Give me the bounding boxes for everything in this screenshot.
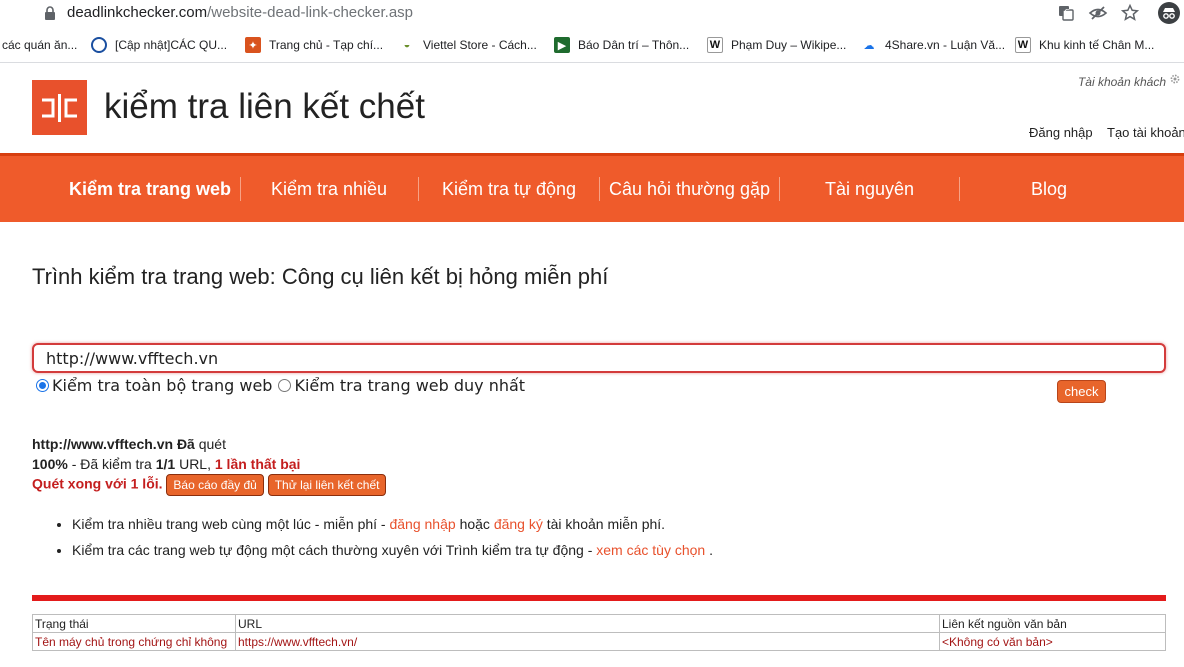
guest-account-label: Tài khoản khách	[1077, 75, 1166, 89]
tip-text: .	[709, 542, 713, 558]
svg-text:G: G	[1065, 8, 1070, 16]
cell-status: Tên máy chủ trong chứng chỉ không	[32, 632, 236, 651]
checked-suffix: URL,	[179, 456, 211, 472]
scan-mode-options: Kiểm tra toàn bộ trang web Kiểm tra tran…	[36, 376, 525, 395]
bookmark-item[interactable]: các quán ăn...	[2, 35, 77, 55]
nav-faq[interactable]: Câu hỏi thường gặp	[600, 156, 779, 222]
viettel-icon: ◒	[399, 37, 415, 53]
radio-whole-site[interactable]	[36, 379, 49, 392]
bookmarks-bar: các quán ăn... [Cập nhật]CÁC QU... ✦ Tra…	[0, 27, 1184, 63]
eye-off-icon[interactable]	[1088, 3, 1108, 23]
bookmark-label: các quán ăn...	[2, 38, 78, 52]
cell-source-text: <Không có văn bản>	[939, 632, 1166, 651]
view-options-link[interactable]: xem các tùy chọn	[596, 542, 705, 558]
bookmark-item[interactable]: [Cập nhật]CÁC QU...	[91, 35, 227, 55]
url-input[interactable]	[32, 343, 1166, 373]
tip-text: Kiểm tra các trang web tự động một cách …	[72, 542, 593, 558]
tip-text: Kiểm tra nhiều trang web cùng một lúc - …	[72, 516, 386, 532]
login-inline-link[interactable]: đăng nhập	[389, 516, 455, 532]
login-link[interactable]: Đăng nhập	[1029, 125, 1093, 140]
tip-text: tài khoản miễn phí.	[546, 516, 666, 532]
tapchi-icon: ✦	[245, 37, 261, 53]
url-host: deadlinkchecker.com	[67, 4, 208, 21]
radio-single-page[interactable]	[278, 379, 292, 392]
table-row: Tên máy chủ trong chứng chỉ không https:…	[32, 632, 1166, 651]
tips-list: Kiểm tra nhiều trang web cùng một lúc - …	[52, 514, 713, 566]
browser-address-bar: deadlinkchecker.com/website-dead-link-ch…	[0, 0, 1184, 27]
tip-text: hoặc	[459, 516, 490, 532]
list-item: Kiểm tra nhiều trang web cùng một lúc - …	[72, 514, 713, 540]
scanned-url: http://www.vfftech.vn	[32, 436, 174, 452]
scan-percent: 100%	[32, 456, 68, 472]
nav-auto-check[interactable]: Kiểm tra tự động	[419, 156, 599, 222]
page-title: Trình kiểm tra trang web: Công cụ liên k…	[32, 264, 609, 289]
bookmark-label: Khu kinh tế Chân M...	[1039, 38, 1155, 52]
circle-globe-icon	[91, 37, 107, 53]
nav-resources[interactable]: Tài nguyên	[780, 156, 959, 222]
dantri-icon: ▶	[554, 37, 570, 53]
nav-multi-check[interactable]: Kiểm tra nhiều	[241, 156, 417, 222]
scan-done-text: Quét xong với 1 lỗi.	[32, 475, 163, 492]
scanned-word: Đã	[176, 436, 195, 452]
failure-count: 1 lần thất bại	[214, 456, 301, 472]
register-inline-link[interactable]: đăng ký	[494, 516, 543, 532]
bookmark-label: Trang chủ - Tạp chí...	[269, 38, 384, 52]
gear-icon[interactable]	[1169, 73, 1181, 85]
site-brand-title[interactable]: kiểm tra liên kết chết	[104, 86, 425, 128]
bookmark-item[interactable]: ✦ Trang chủ - Tạp chí...	[245, 35, 383, 55]
lock-icon[interactable]	[42, 5, 58, 21]
cloud-icon: ☁	[861, 37, 877, 53]
header-status: Trạng thái	[32, 614, 236, 633]
bookmark-item[interactable]: ▶ Báo Dân trí – Thôn...	[554, 35, 689, 55]
url-path: /website-dead-link-checker.asp	[207, 4, 414, 21]
wikipedia-icon: W	[1015, 37, 1031, 53]
header-source-text: Liên kết nguồn văn bản	[939, 614, 1166, 633]
table-header-row: Trạng thái URL Liên kết nguồn văn bản	[32, 614, 1166, 633]
checked-count: 1/1	[155, 456, 176, 472]
checked-prefix: - Đã kiểm tra	[71, 456, 152, 472]
results-table: Trạng thái URL Liên kết nguồn văn bản Tê…	[32, 614, 1166, 651]
radio-whole-site-label[interactable]: Kiểm tra toàn bộ trang web	[52, 376, 272, 395]
check-button[interactable]: check	[1057, 380, 1106, 403]
incognito-profile-icon[interactable]	[1157, 1, 1181, 25]
nav-blog[interactable]: Blog	[960, 156, 1138, 222]
bookmark-label: [Cập nhật]CÁC QU...	[115, 38, 228, 52]
bookmark-item[interactable]: ☁ 4Share.vn - Luận Vă...	[861, 35, 1005, 55]
nav-website-check[interactable]: Kiểm tra trang web	[60, 156, 240, 222]
bookmark-item[interactable]: W Phạm Duy – Wikipe...	[707, 35, 846, 55]
site-logo[interactable]	[32, 80, 87, 135]
main-navigation: Kiểm tra trang web Kiểm tra nhiều Kiểm t…	[0, 153, 1184, 222]
radio-single-page-label[interactable]: Kiểm tra trang web duy nhất	[294, 376, 525, 395]
cell-url[interactable]: https://www.vfftech.vn/	[235, 632, 940, 651]
scan-progress-line: 100% - Đã kiểm tra 1/1 URL, 1 lần thất b…	[32, 456, 300, 472]
list-item: Kiểm tra các trang web tự động một cách …	[72, 540, 713, 566]
dlc-logo-icon	[42, 94, 77, 122]
scan-done-line: Quét xong với 1 lỗi. Báo cáo đầy đủ Thử …	[32, 474, 387, 496]
bookmark-label: Viettel Store - Cách...	[423, 38, 537, 52]
bookmark-item[interactable]: W Khu kinh tế Chân M...	[1015, 35, 1154, 55]
bookmark-item[interactable]: ◒ Viettel Store - Cách...	[399, 35, 537, 55]
bookmark-label: Báo Dân trí – Thôn...	[578, 38, 690, 52]
scanned-suffix: quét	[198, 436, 226, 452]
translate-icon[interactable]: G	[1056, 3, 1076, 23]
header-url: URL	[235, 614, 940, 633]
bookmark-label: Phạm Duy – Wikipe...	[731, 38, 847, 52]
retry-dead-links-button[interactable]: Thử lại liên kết chết	[267, 474, 387, 496]
bookmark-label: 4Share.vn - Luận Vă...	[885, 38, 1006, 52]
wikipedia-icon: W	[707, 37, 723, 53]
results-divider	[32, 595, 1166, 601]
full-report-button[interactable]: Báo cáo đầy đủ	[166, 474, 264, 496]
bookmark-star-icon[interactable]	[1120, 3, 1140, 23]
url-field[interactable]: deadlinkchecker.com/website-dead-link-ch…	[67, 4, 413, 22]
register-link[interactable]: Tạo tài khoản	[1107, 125, 1184, 140]
scan-status-line: http://www.vfftech.vn Đã quét	[32, 436, 226, 452]
